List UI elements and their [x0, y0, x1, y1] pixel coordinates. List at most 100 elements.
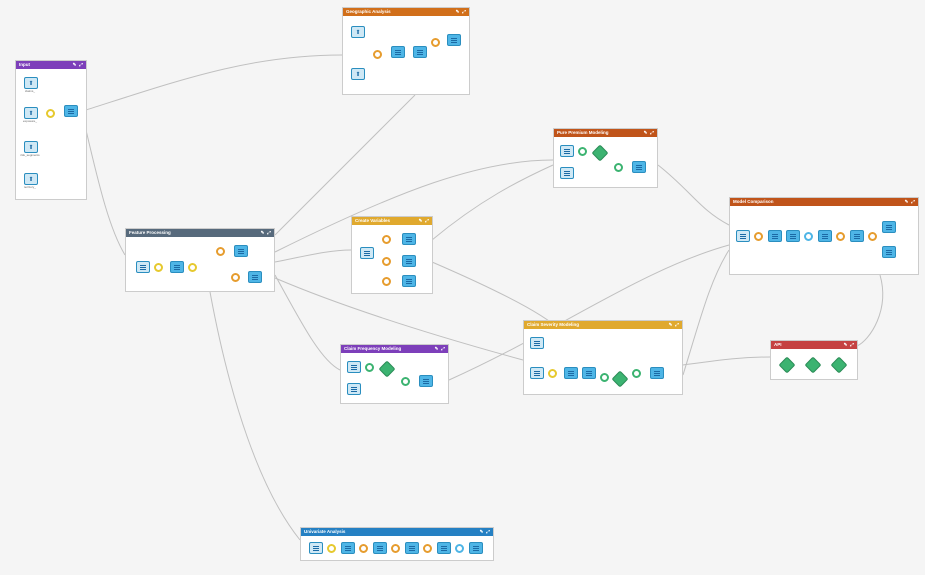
recipe-node[interactable] — [401, 377, 410, 386]
recipe-node[interactable] — [614, 163, 623, 172]
dataset-node[interactable] — [582, 367, 594, 379]
dataset-node[interactable]: risk_segments — [24, 141, 36, 158]
zone-header-pure-premium[interactable]: Pure Premium Modeling ✎ ⤢ — [554, 129, 657, 137]
dataset-node[interactable] — [413, 46, 425, 58]
dataset-node[interactable] — [850, 230, 862, 242]
model-node[interactable] — [379, 361, 396, 378]
dataset-node[interactable] — [402, 233, 414, 245]
edit-icon[interactable]: ✎ — [905, 198, 909, 206]
maximize-icon[interactable]: ⤢ — [675, 321, 679, 329]
edit-icon[interactable]: ✎ — [456, 8, 460, 16]
zone-header-claim-severity[interactable]: Claim Severity Modeling ✎ ⤢ — [524, 321, 682, 329]
dataset-node[interactable] — [786, 230, 798, 242]
dataset-node[interactable]: exposure_ — [24, 107, 36, 124]
zone-header-input[interactable]: Input ✎ ⤢ — [16, 61, 86, 69]
recipe-node[interactable] — [391, 544, 400, 553]
dataset-node[interactable] — [402, 255, 414, 267]
maximize-icon[interactable]: ⤢ — [441, 345, 445, 353]
maximize-icon[interactable]: ⤢ — [79, 61, 83, 69]
model-node[interactable] — [779, 357, 796, 374]
recipe-node[interactable] — [327, 544, 336, 553]
model-node[interactable] — [831, 357, 848, 374]
maximize-icon[interactable]: ⤢ — [267, 229, 271, 237]
recipe-node[interactable] — [382, 277, 391, 286]
recipe-node[interactable] — [188, 263, 197, 272]
dataset-node[interactable] — [882, 246, 894, 258]
model-node[interactable] — [612, 371, 629, 388]
recipe-node[interactable] — [836, 232, 845, 241]
recipe-node[interactable] — [373, 50, 382, 59]
dataset-node[interactable] — [341, 542, 353, 554]
recipe-node[interactable] — [632, 369, 641, 378]
dataset-node[interactable] — [64, 105, 76, 117]
dataset-node[interactable] — [405, 542, 417, 554]
zone-header-claim-frequency[interactable]: Claim Frequency Modeling ✎ ⤢ — [341, 345, 448, 353]
edit-icon[interactable]: ✎ — [669, 321, 673, 329]
dataset-node[interactable]: claims_ — [24, 77, 36, 94]
recipe-node[interactable] — [359, 544, 368, 553]
dataset-node[interactable] — [882, 221, 894, 233]
recipe-node[interactable] — [423, 544, 432, 553]
recipe-node[interactable] — [154, 263, 163, 272]
dataset-node[interactable] — [402, 275, 414, 287]
zone-header-geographic[interactable]: Geographic Analysis ✎ ⤢ — [343, 8, 469, 16]
zone-header-api[interactable]: API ✎ ⤢ — [771, 341, 857, 349]
dataset-node[interactable] — [530, 337, 542, 349]
edit-icon[interactable]: ✎ — [419, 217, 423, 225]
recipe-node[interactable] — [548, 369, 557, 378]
dataset-node[interactable] — [469, 542, 481, 554]
dataset-node[interactable] — [530, 367, 542, 379]
edit-icon[interactable]: ✎ — [73, 61, 77, 69]
edit-icon[interactable]: ✎ — [644, 129, 648, 137]
dataset-node[interactable]: territory_ — [24, 173, 36, 190]
recipe-node[interactable] — [455, 544, 464, 553]
dataset-node[interactable] — [564, 367, 576, 379]
dataset-node[interactable] — [391, 46, 403, 58]
zone-header-model-comparison[interactable]: Model Comparison ✎ ⤢ — [730, 198, 918, 206]
dataset-node[interactable] — [234, 245, 246, 257]
dataset-node[interactable] — [351, 68, 363, 80]
edit-icon[interactable]: ✎ — [435, 345, 439, 353]
dataset-node[interactable] — [351, 26, 363, 38]
dataset-node[interactable] — [736, 230, 748, 242]
dataset-node[interactable] — [560, 145, 572, 157]
recipe-node[interactable] — [46, 109, 55, 118]
maximize-icon[interactable]: ⤢ — [911, 198, 915, 206]
model-node[interactable] — [805, 357, 822, 374]
dataset-node[interactable] — [170, 261, 182, 273]
dataset-node[interactable] — [768, 230, 780, 242]
zone-header-create-variables[interactable]: Create Variables ✎ ⤢ — [352, 217, 432, 225]
recipe-node[interactable] — [868, 232, 877, 241]
recipe-node[interactable] — [754, 232, 763, 241]
dataset-node[interactable] — [373, 542, 385, 554]
dataset-node[interactable] — [309, 542, 321, 554]
maximize-icon[interactable]: ⤢ — [486, 528, 490, 536]
recipe-node[interactable] — [600, 373, 609, 382]
recipe-node[interactable] — [382, 257, 391, 266]
recipe-node[interactable] — [431, 38, 440, 47]
recipe-node[interactable] — [382, 235, 391, 244]
zone-header-feature[interactable]: Feature Processing ✎ ⤢ — [126, 229, 274, 237]
dataset-node[interactable] — [347, 361, 359, 373]
edit-icon[interactable]: ✎ — [480, 528, 484, 536]
maximize-icon[interactable]: ⤢ — [850, 341, 854, 349]
dataset-node[interactable] — [360, 247, 372, 259]
dataset-node[interactable] — [818, 230, 830, 242]
recipe-node[interactable] — [365, 363, 374, 372]
dataset-node[interactable] — [136, 261, 148, 273]
recipe-node[interactable] — [804, 232, 813, 241]
zone-header-univariate[interactable]: Univariate Analysis ✎ ⤢ — [301, 528, 493, 536]
edit-icon[interactable]: ✎ — [844, 341, 848, 349]
model-node[interactable] — [592, 145, 609, 162]
maximize-icon[interactable]: ⤢ — [650, 129, 654, 137]
dataset-node[interactable] — [419, 375, 431, 387]
dataset-node[interactable] — [347, 383, 359, 395]
dataset-node[interactable] — [650, 367, 662, 379]
dataset-node[interactable] — [248, 271, 260, 283]
recipe-node[interactable] — [231, 273, 240, 282]
dataset-node[interactable] — [560, 167, 572, 179]
recipe-node[interactable] — [578, 147, 587, 156]
edit-icon[interactable]: ✎ — [261, 229, 265, 237]
maximize-icon[interactable]: ⤢ — [425, 217, 429, 225]
dataset-node[interactable] — [437, 542, 449, 554]
